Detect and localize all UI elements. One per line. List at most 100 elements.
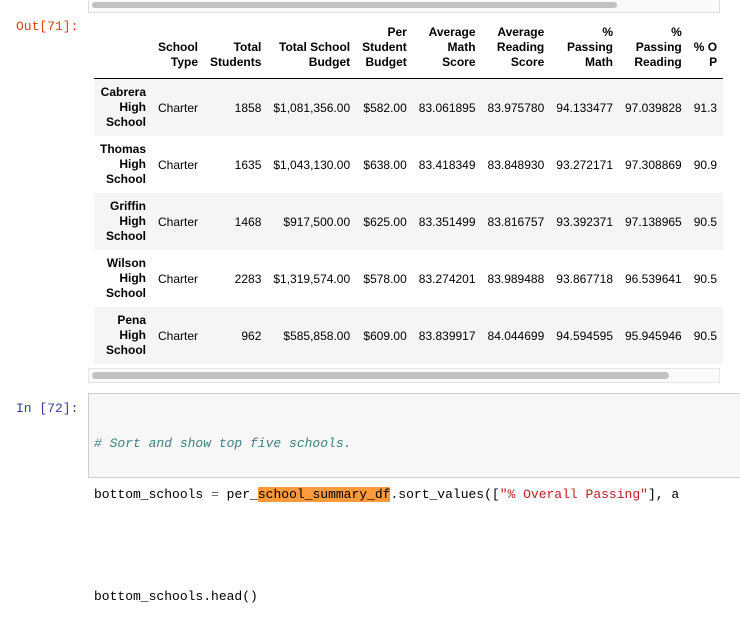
column-header-text: P (709, 55, 718, 69)
row-index-text: High (119, 157, 147, 171)
row-index-label: Wilson High School (94, 250, 152, 307)
index-header (94, 25, 153, 79)
table-cell: 962 (241, 328, 262, 343)
code-comment: # Sort and show top five schools. (94, 436, 352, 451)
table-cell: 1858 (234, 100, 262, 115)
row-index-text: High (119, 100, 147, 114)
row-index-text: School (106, 286, 147, 300)
table-row: Cabrera High School Charter 1858 $1,081,356.0… (94, 78, 724, 137)
table-cell: 93.272171 (556, 157, 613, 172)
table-cell: $917,500.00 (283, 214, 351, 229)
table-cell: 83.418349 (418, 157, 476, 172)
table-cell: 90.5 (693, 271, 718, 286)
table-cell: $1,319,574.00 (273, 271, 351, 286)
table-cell: $585,858.00 (283, 328, 351, 343)
row-index-text: School (106, 343, 147, 357)
column-header-text: Reading (496, 40, 545, 54)
code-editor[interactable]: # Sort and show top five schools. bottom… (94, 401, 679, 639)
column-header-text: Score (442, 55, 476, 69)
column-header-text: Per (387, 25, 407, 39)
row-index-text: Cabrera (100, 85, 147, 99)
table-cell: 90.5 (693, 214, 718, 229)
table-cell: $609.00 (363, 328, 407, 343)
column-header-text: Passing (566, 40, 613, 54)
table-cell: 94.133477 (556, 100, 613, 115)
table-row: Pena High School Charter 962 $585,858.00 $609.… (94, 307, 724, 364)
column-header-text: Average (497, 25, 545, 39)
column-header-text: School (158, 40, 199, 54)
output-area: School Type Total Students Total School Budge… (88, 12, 728, 382)
table-cell: 83.061895 (418, 100, 476, 115)
row-index-label: Cabrera High School (94, 79, 152, 137)
code-line-2: bottom_schools = per_school_summary_df.s… (94, 486, 679, 503)
row-index-text: Wilson (106, 256, 147, 270)
column-header-text: Total School (279, 40, 351, 54)
table-cell: 83.351499 (418, 214, 476, 229)
column-header-text: Math (585, 55, 613, 69)
table-cell: 84.044699 (487, 328, 545, 343)
row-index-text: School (106, 229, 147, 243)
table-row: Griffin High School Charter 1468 $917,500.00 $… (94, 193, 724, 250)
code-input-cell[interactable]: # Sort and show top five schools. bottom… (88, 393, 740, 604)
column-header: Average Math Score (412, 25, 482, 79)
column-header-text: Budget (308, 55, 351, 69)
search-highlight: school_summary_df (257, 487, 391, 502)
column-header: School Type (152, 25, 205, 79)
column-header-text: Math (447, 40, 476, 54)
table-row: Thomas High School Charter 1635 $1,043,130.00… (94, 136, 724, 193)
table-cell: $1,081,356.00 (273, 100, 351, 115)
table-body: Cabrera High School Charter 1858 $1,081,356.0… (94, 78, 724, 364)
table-cell: 83.975780 (487, 100, 545, 115)
table-cell: 83.274201 (418, 271, 476, 286)
table-cell: 97.308869 (625, 157, 682, 172)
column-header: % Passing Reading (619, 25, 688, 79)
table-cell: Charter (158, 328, 199, 343)
code-token: .sort_values([ (390, 487, 500, 502)
column-header-text: Score (510, 55, 545, 69)
code-line-4: bottom_schools.head() (94, 588, 679, 605)
column-header: Average Reading Score (481, 25, 551, 79)
scrollbar-thumb[interactable] (92, 372, 669, 379)
column-header-text: Reading (634, 55, 682, 69)
table-cell: 1635 (234, 157, 262, 172)
table-cell: 83.848930 (487, 157, 545, 172)
table-cell: 83.816757 (487, 214, 545, 229)
row-index-text: High (119, 328, 147, 342)
code-token: bottom_schools.head() (94, 589, 258, 604)
row-index-text: High (119, 271, 147, 285)
table-cell: 93.867718 (556, 271, 613, 286)
column-header-text: Passing (635, 40, 682, 54)
column-header-text: Students (210, 55, 262, 69)
row-index-text: School (106, 115, 147, 129)
row-index-text: School (106, 172, 147, 186)
column-header-text: % (602, 25, 613, 39)
table-cell: Charter (158, 214, 199, 229)
row-index-label: Thomas High School (94, 136, 152, 193)
column-header: Per Student Budget (356, 25, 413, 79)
column-header-text: Student (362, 40, 407, 54)
table-header-row: School Type Total Students Total School Budge… (94, 25, 724, 79)
column-header-text: % (671, 25, 682, 39)
column-header-text: Budget (365, 55, 407, 69)
column-header-text: % O (693, 40, 718, 54)
column-header: % Passing Math (550, 25, 619, 79)
table-cell: 83.989488 (487, 271, 545, 286)
table-cell: 95.945946 (625, 328, 682, 343)
code-token: per_ (218, 487, 258, 502)
table-cell: 90.5 (693, 328, 718, 343)
column-header-text: Average (428, 25, 476, 39)
code-string: "% Overall Passing" (499, 487, 648, 502)
table-cell: Charter (158, 271, 199, 286)
row-index-text: Pena (117, 313, 147, 327)
output-horizontal-scrollbar[interactable] (88, 368, 720, 383)
table-cell: $1,043,130.00 (273, 157, 351, 172)
row-index-text: Thomas (100, 142, 147, 156)
table-cell: $578.00 (363, 271, 407, 286)
table-cell: 91.3 (693, 100, 718, 115)
scrollbar-thumb[interactable] (92, 2, 617, 8)
table-cell: Charter (158, 100, 199, 115)
code-token: ], a (647, 487, 680, 502)
row-index-text: High (119, 214, 147, 228)
table-cell: $625.00 (363, 214, 407, 229)
